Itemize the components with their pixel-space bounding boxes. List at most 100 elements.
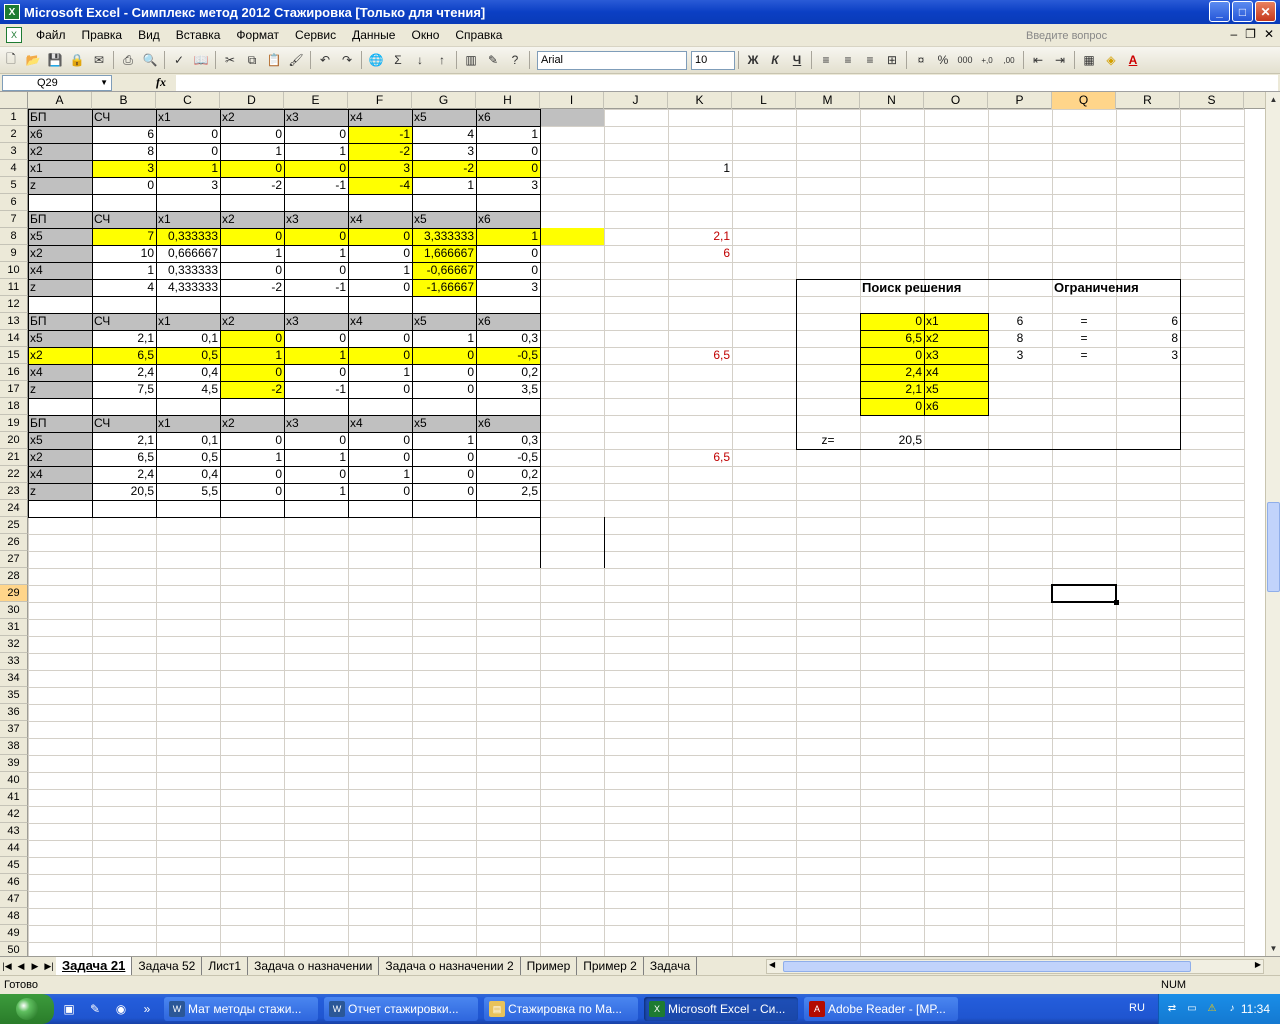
- cell-d13[interactable]: x2: [220, 313, 284, 330]
- cell-d19[interactable]: x2: [220, 415, 284, 432]
- column-header-e[interactable]: E: [284, 92, 348, 109]
- borders-icon[interactable]: ▦: [1078, 49, 1100, 71]
- tray-network-icon[interactable]: ⇄: [1165, 1002, 1179, 1016]
- cell-b5[interactable]: 0: [92, 177, 156, 194]
- column-header-r[interactable]: R: [1116, 92, 1180, 109]
- cell-d4[interactable]: 0: [220, 160, 284, 177]
- cell-d10[interactable]: 0: [220, 262, 284, 279]
- merge-center-icon[interactable]: ⊞: [881, 49, 903, 71]
- fill-color-icon[interactable]: ◈: [1100, 49, 1122, 71]
- cell-b22[interactable]: 2,4: [92, 466, 156, 483]
- taskbar-item-adobe[interactable]: A Adobe Reader - [MP...: [804, 997, 958, 1021]
- chart-wizard-icon[interactable]: ▥: [460, 49, 482, 71]
- cell-b3[interactable]: 8: [92, 143, 156, 160]
- column-header-n[interactable]: N: [860, 92, 924, 109]
- row-header-10[interactable]: 10: [0, 262, 28, 279]
- first-sheet-icon[interactable]: |◀: [0, 961, 14, 972]
- cell-n20[interactable]: 20,5: [860, 432, 924, 449]
- font-color-icon[interactable]: A: [1122, 49, 1144, 71]
- menu-data[interactable]: Данные: [344, 25, 403, 45]
- cell-h14[interactable]: 0,3: [476, 330, 540, 347]
- row-header-32[interactable]: 32: [0, 636, 28, 653]
- cell-d21[interactable]: 1: [220, 449, 284, 466]
- cell-q13[interactable]: =: [1052, 313, 1116, 330]
- cell-d15[interactable]: 1: [220, 347, 284, 364]
- cell-a2[interactable]: x6: [28, 126, 92, 143]
- scroll-right-icon[interactable]: ▶: [1255, 960, 1261, 969]
- cell-e14[interactable]: 0: [284, 330, 348, 347]
- row-header-46[interactable]: 46: [0, 874, 28, 891]
- tray-monitor-icon[interactable]: ▭: [1185, 1002, 1199, 1016]
- minimize-button[interactable]: _: [1209, 1, 1230, 22]
- cell-e10[interactable]: 0: [284, 262, 348, 279]
- cell-g5[interactable]: 1: [412, 177, 476, 194]
- row-header-18[interactable]: 18: [0, 398, 28, 415]
- cell-f2[interactable]: -1: [348, 126, 412, 143]
- column-header-f[interactable]: F: [348, 92, 412, 109]
- sheet-tab-primer-2[interactable]: Пример 2: [577, 957, 644, 975]
- last-sheet-icon[interactable]: ▶|: [42, 961, 56, 972]
- cell-b4[interactable]: 3: [92, 160, 156, 177]
- cell-k9[interactable]: 6: [668, 245, 732, 262]
- row-header-3[interactable]: 3: [0, 143, 28, 160]
- column-header-k[interactable]: K: [668, 92, 732, 109]
- quicklaunch-more-icon[interactable]: »: [136, 998, 158, 1020]
- cell-h20[interactable]: 0,3: [476, 432, 540, 449]
- horizontal-scrollbar[interactable]: ◀ ▶: [766, 959, 1264, 974]
- row-header-33[interactable]: 33: [0, 653, 28, 670]
- cell-g15[interactable]: 0: [412, 347, 476, 364]
- cell-e5[interactable]: -1: [284, 177, 348, 194]
- percent-icon[interactable]: %: [932, 49, 954, 71]
- column-header-m[interactable]: M: [796, 92, 860, 109]
- cell-e3[interactable]: 1: [284, 143, 348, 160]
- row-header-43[interactable]: 43: [0, 823, 28, 840]
- tray-volume-icon[interactable]: ♪: [1225, 1002, 1239, 1016]
- increase-decimal-icon[interactable]: +,0: [976, 49, 998, 71]
- cell-k4[interactable]: 1: [668, 160, 732, 177]
- cell-g21[interactable]: 0: [412, 449, 476, 466]
- row-header-48[interactable]: 48: [0, 908, 28, 925]
- cell-a4[interactable]: x1: [28, 160, 92, 177]
- cell-h10[interactable]: 0: [476, 262, 540, 279]
- tray-alert-icon[interactable]: ⚠: [1205, 1002, 1219, 1016]
- cell-o13[interactable]: x1: [924, 313, 988, 330]
- cell-g4[interactable]: -2: [412, 160, 476, 177]
- sort-desc-icon[interactable]: ↑: [431, 49, 453, 71]
- help-icon[interactable]: ?: [504, 49, 526, 71]
- column-header-o[interactable]: O: [924, 92, 988, 109]
- row-header-23[interactable]: 23: [0, 483, 28, 500]
- bold-button[interactable]: Ж: [742, 49, 764, 71]
- cell-c7[interactable]: x1: [156, 211, 220, 228]
- row-header-15[interactable]: 15: [0, 347, 28, 364]
- cell-g8[interactable]: 3,333333: [412, 228, 476, 245]
- cell-o16[interactable]: x4: [924, 364, 988, 381]
- row-header-37[interactable]: 37: [0, 721, 28, 738]
- cell-g23[interactable]: 0: [412, 483, 476, 500]
- increase-indent-icon[interactable]: ⇥: [1049, 49, 1071, 71]
- cell-f23[interactable]: 0: [348, 483, 412, 500]
- cell-h2[interactable]: 1: [476, 126, 540, 143]
- sheet-tab-zadacha[interactable]: Задача: [643, 957, 698, 975]
- cell-a7[interactable]: БП: [28, 211, 92, 228]
- cell-e23[interactable]: 1: [284, 483, 348, 500]
- sort-asc-icon[interactable]: ↓: [409, 49, 431, 71]
- cell-g10[interactable]: -0,66667: [412, 262, 476, 279]
- cell-b21[interactable]: 6,5: [92, 449, 156, 466]
- row-header-26[interactable]: 26: [0, 534, 28, 551]
- close-button[interactable]: ✕: [1255, 1, 1276, 22]
- cell-a23[interactable]: z: [28, 483, 92, 500]
- cell-a20[interactable]: x5: [28, 432, 92, 449]
- cell-b1[interactable]: СЧ: [92, 109, 156, 126]
- row-header-17[interactable]: 17: [0, 381, 28, 398]
- cell-b11[interactable]: 4: [92, 279, 156, 296]
- cell-n11[interactable]: Поиск решения: [860, 279, 961, 296]
- row-header-2[interactable]: 2: [0, 126, 28, 143]
- cell-b13[interactable]: СЧ: [92, 313, 156, 330]
- cell-f11[interactable]: 0: [348, 279, 412, 296]
- print-preview-icon[interactable]: 🔍: [139, 49, 161, 71]
- cell-b10[interactable]: 1: [92, 262, 156, 279]
- cell-n16[interactable]: 2,4: [860, 364, 924, 381]
- cell-b17[interactable]: 7,5: [92, 381, 156, 398]
- quicklaunch-app-icon[interactable]: ✎: [84, 998, 106, 1020]
- row-header-30[interactable]: 30: [0, 602, 28, 619]
